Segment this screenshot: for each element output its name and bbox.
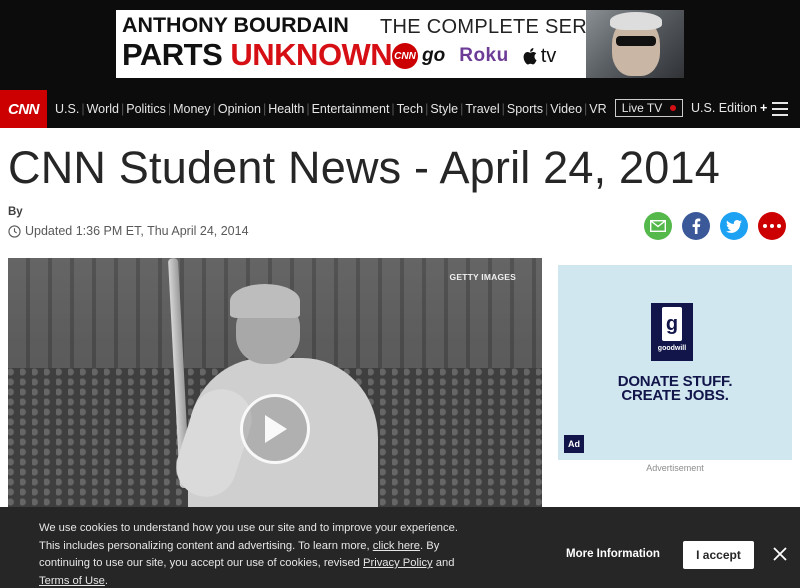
accept-cookies-button[interactable]: I accept bbox=[683, 541, 754, 569]
click-here-link[interactable]: click here bbox=[373, 540, 420, 552]
play-icon bbox=[265, 415, 287, 443]
cookie-consent-banner: We use cookies to understand how you use… bbox=[0, 507, 800, 588]
nav-separator: | bbox=[120, 102, 125, 116]
close-icon[interactable] bbox=[772, 546, 788, 562]
updated-text: Updated 1:36 PM ET, Thu April 24, 2014 bbox=[25, 224, 249, 238]
plus-icon: + bbox=[760, 101, 768, 115]
article-headline: CNN Student News - April 24, 2014 bbox=[8, 142, 720, 193]
anthony-bourdain-photo bbox=[586, 10, 684, 78]
roku-logo: Roku bbox=[459, 45, 509, 66]
apple-icon bbox=[523, 48, 537, 65]
apple-tv-logo: tv bbox=[523, 44, 557, 68]
nav-separator: | bbox=[501, 102, 505, 116]
nav-separator: | bbox=[81, 102, 85, 116]
banner-unknown-text: UNKNOWN bbox=[230, 37, 393, 72]
twitter-icon bbox=[726, 219, 742, 233]
goodwill-ad[interactable]: g goodwill DONATE STUFF. CREATE JOBS. Ad bbox=[558, 265, 792, 460]
banner-parts-text: PARTS bbox=[122, 37, 231, 72]
nav-item-us[interactable]: U.S. bbox=[55, 102, 79, 116]
play-button[interactable] bbox=[240, 394, 310, 464]
nav-separator: | bbox=[584, 102, 588, 116]
nav-separator: | bbox=[212, 102, 216, 116]
live-tv-label: Live TV bbox=[621, 101, 663, 115]
goodwill-g-letter: g bbox=[662, 307, 682, 341]
nav-separator: | bbox=[460, 102, 464, 116]
cnn-badge-icon: CNN bbox=[392, 43, 418, 69]
share-more-button[interactable] bbox=[758, 212, 786, 240]
nav-separator: | bbox=[425, 102, 429, 116]
edition-selector[interactable]: U.S. Edition + bbox=[691, 101, 767, 115]
share-buttons bbox=[644, 212, 786, 240]
cookie-text-part: and bbox=[432, 557, 455, 569]
sunglasses-shape bbox=[616, 36, 656, 46]
share-email-button[interactable] bbox=[644, 212, 672, 240]
goodwill-wordmark: goodwill bbox=[657, 345, 687, 352]
more-information-button[interactable]: More Information bbox=[566, 548, 660, 560]
more-icon bbox=[763, 224, 781, 228]
terms-of-use-link[interactable]: Terms of Use bbox=[39, 575, 105, 587]
privacy-policy-link[interactable]: Privacy Policy bbox=[363, 557, 433, 569]
tv-text: tv bbox=[540, 44, 557, 67]
facebook-icon bbox=[692, 218, 701, 234]
main-nav-bar: CNN U.S. | World | Politics | Money | Op… bbox=[0, 90, 800, 128]
nav-item-entertainment[interactable]: Entertainment bbox=[312, 102, 390, 116]
ad-council-logo: Ad bbox=[564, 435, 584, 453]
getty-images-credit: GETTY IMAGES bbox=[449, 272, 516, 282]
nav-item-vr[interactable]: VR bbox=[589, 102, 606, 116]
nav-item-sports[interactable]: Sports bbox=[507, 102, 543, 116]
banner-title-block: ANTHONY BOURDAIN PARTS UNKNOWN bbox=[122, 14, 393, 72]
banner-title-line2: PARTS UNKNOWN bbox=[122, 37, 393, 72]
live-tv-button[interactable]: Live TV bbox=[615, 99, 683, 117]
menu-icon[interactable] bbox=[772, 102, 788, 116]
edition-label: U.S. Edition bbox=[691, 101, 758, 115]
nav-item-health[interactable]: Health bbox=[268, 102, 304, 116]
goodwill-logo: g goodwill bbox=[651, 303, 693, 361]
advertisement-label: Advertisement bbox=[646, 463, 704, 473]
cnngo-logo: CNN go bbox=[392, 43, 445, 69]
nav-separator: | bbox=[262, 102, 267, 116]
banner-platform-logos: CNN go Roku tv bbox=[392, 43, 557, 69]
go-text: go bbox=[422, 45, 446, 66]
chef-hair-shape bbox=[610, 12, 662, 30]
nav-item-opinion[interactable]: Opinion bbox=[218, 102, 261, 116]
cookie-text-part: . bbox=[104, 574, 109, 587]
nav-separator: | bbox=[306, 102, 310, 116]
nav-items: U.S. | World | Politics | Money | Opinio… bbox=[55, 90, 607, 128]
nav-item-video[interactable]: Video bbox=[550, 102, 582, 116]
top-ad-strip: ANTHONY BOURDAIN PARTS UNKNOWN THE COMPL… bbox=[0, 0, 800, 90]
updated-timestamp: Updated 1:36 PM ET, Thu April 24, 2014 bbox=[8, 224, 249, 238]
clock-icon bbox=[8, 224, 21, 238]
cnn-logo[interactable]: CNN bbox=[0, 90, 47, 128]
nav-separator: | bbox=[391, 102, 395, 116]
nav-item-politics[interactable]: Politics bbox=[126, 102, 166, 116]
nav-item-style[interactable]: Style bbox=[430, 102, 458, 116]
email-icon bbox=[650, 220, 666, 232]
byline: By bbox=[8, 206, 23, 218]
nav-separator: | bbox=[545, 102, 549, 116]
share-twitter-button[interactable] bbox=[720, 212, 748, 240]
share-facebook-button[interactable] bbox=[682, 212, 710, 240]
nav-item-travel[interactable]: Travel bbox=[465, 102, 499, 116]
cookie-message: We use cookies to understand how you use… bbox=[39, 520, 459, 588]
banner-tagline: THE COMPLETE SERIES bbox=[380, 16, 621, 38]
nav-separator: | bbox=[167, 102, 172, 116]
parts-unknown-banner-ad[interactable]: ANTHONY BOURDAIN PARTS UNKNOWN THE COMPL… bbox=[116, 10, 684, 78]
ad-line-create: CREATE JOBS. bbox=[621, 387, 729, 404]
nav-item-money[interactable]: Money bbox=[173, 102, 211, 116]
nav-item-world[interactable]: World bbox=[87, 102, 119, 116]
banner-title-line1: ANTHONY BOURDAIN bbox=[122, 14, 349, 37]
player-cap-shape bbox=[230, 284, 300, 318]
live-dot-icon bbox=[670, 105, 677, 111]
nav-item-tech[interactable]: Tech bbox=[397, 102, 423, 116]
